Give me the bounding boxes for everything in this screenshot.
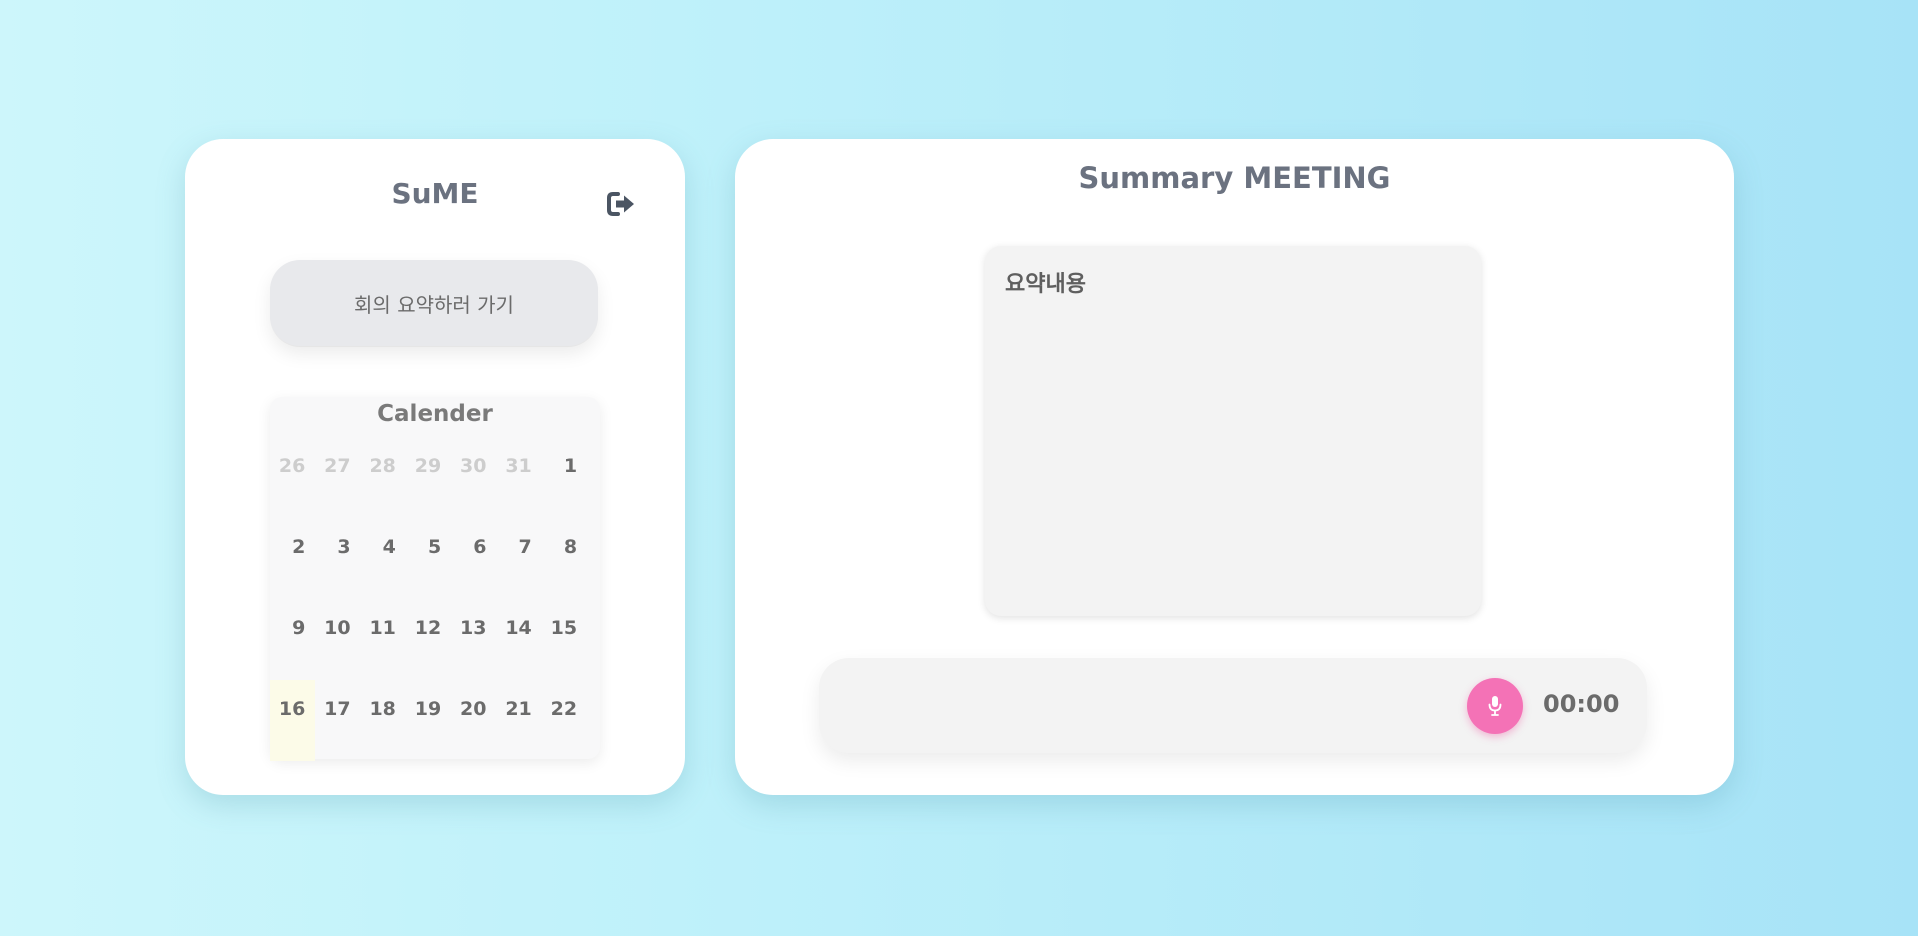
calendar-day[interactable]: 8 [542, 518, 587, 599]
calendar-day[interactable]: 1 [542, 437, 587, 518]
calendar-day[interactable]: 29 [406, 437, 451, 518]
calendar-day[interactable]: 14 [496, 599, 541, 680]
calendar-day[interactable]: 4 [361, 518, 406, 599]
sidebar-panel: SuME 회의 요약하러 가기 Calender 26 27 28 29 30 31 1 2 3… [185, 139, 685, 795]
microphone-icon [1488, 696, 1502, 716]
summary-label: 요약내용 [1005, 272, 1086, 297]
logout-icon[interactable] [604, 187, 638, 221]
calendar-day[interactable]: 2 [270, 518, 315, 599]
calendar-day[interactable]: 19 [406, 680, 451, 761]
calendar-day[interactable]: 18 [361, 680, 406, 761]
record-button[interactable] [1467, 678, 1523, 734]
calendar-day[interactable]: 20 [451, 680, 496, 761]
calendar-day[interactable]: 31 [496, 437, 541, 518]
recording-timer: 00:00 [1543, 690, 1620, 718]
main-panel: Summary MEETING 요약내용 00:00 [735, 139, 1734, 795]
calendar-day[interactable]: 13 [451, 599, 496, 680]
calendar: Calender 26 27 28 29 30 31 1 2 3 4 5 6 7 8 9 10 11 12 13 14… [270, 397, 600, 761]
calendar-day[interactable]: 12 [406, 599, 451, 680]
recorder-bar: 00:00 [819, 658, 1647, 753]
calendar-day[interactable]: 27 [315, 437, 360, 518]
calendar-grid: 26 27 28 29 30 31 1 2 3 4 5 6 7 8 9 10 11 12 13 14 15 16 17 18 1… [270, 437, 600, 761]
calendar-day[interactable]: 22 [542, 680, 587, 761]
go-summarize-button[interactable]: 회의 요약하러 가기 [270, 260, 598, 346]
calendar-day[interactable]: 17 [315, 680, 360, 761]
calendar-day[interactable]: 7 [496, 518, 541, 599]
calendar-day[interactable]: 15 [542, 599, 587, 680]
calendar-day[interactable]: 6 [451, 518, 496, 599]
calendar-title: Calender [377, 401, 493, 427]
calendar-day[interactable]: 28 [361, 437, 406, 518]
calendar-day[interactable]: 10 [315, 599, 360, 680]
page-title: Summary MEETING [1078, 161, 1391, 195]
calendar-day[interactable]: 26 [270, 437, 315, 518]
calendar-day[interactable]: 5 [406, 518, 451, 599]
calendar-day[interactable]: 16 [270, 680, 316, 761]
calendar-day[interactable]: 11 [361, 599, 406, 680]
calendar-day[interactable]: 30 [451, 437, 496, 518]
summary-content-box: 요약내용 [985, 246, 1481, 616]
calendar-day[interactable]: 3 [315, 518, 360, 599]
calendar-day[interactable]: 21 [496, 680, 541, 761]
calendar-day[interactable]: 9 [270, 599, 315, 680]
